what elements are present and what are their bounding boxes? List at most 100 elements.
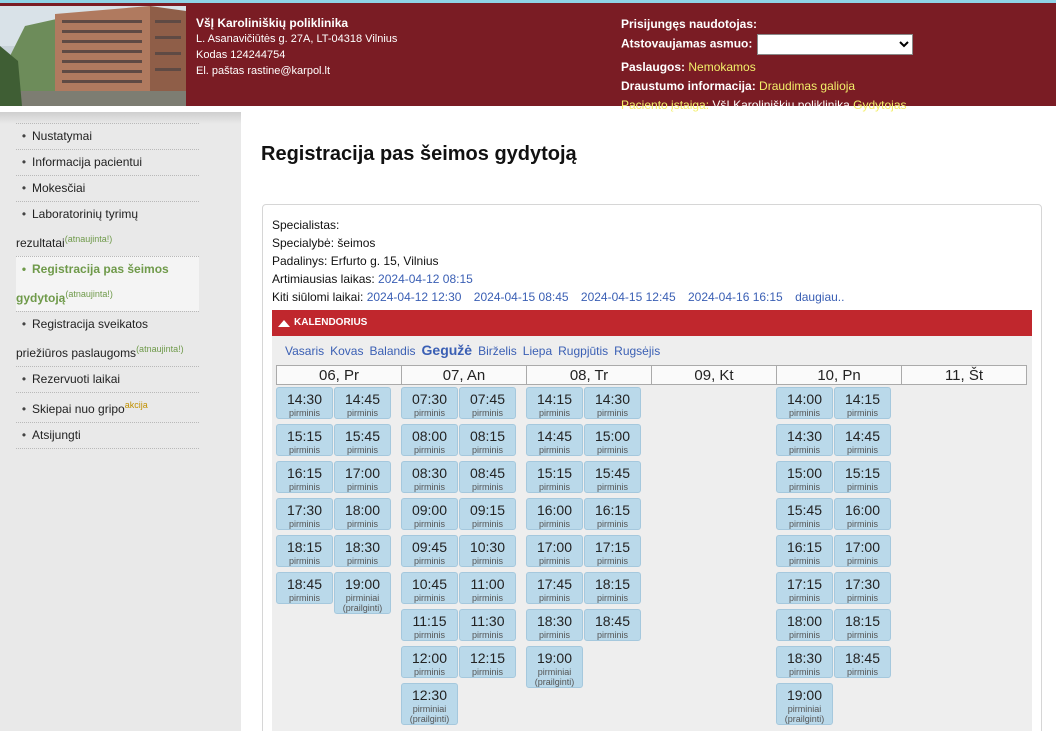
time-slot-button[interactable]: 18:30 pirminis bbox=[776, 646, 833, 678]
time-slot-button[interactable]: 17:45 pirminis bbox=[526, 572, 583, 604]
time-slot-button[interactable]: 14:30 pirminis bbox=[584, 387, 641, 419]
time-slot-button[interactable]: 16:15 pirminis bbox=[276, 461, 333, 493]
time-slot-button[interactable]: 09:45 pirminis bbox=[401, 535, 458, 567]
time-slot-button[interactable]: 15:15 pirminis bbox=[834, 461, 891, 493]
time-slot-button[interactable]: 14:45 pirminis bbox=[526, 424, 583, 456]
time-slot-button[interactable]: 15:45 pirminis bbox=[776, 498, 833, 530]
time-slot-button[interactable]: 14:45 pirminis bbox=[334, 387, 391, 419]
time-slot-button[interactable]: 11:15 pirminis bbox=[401, 609, 458, 641]
services-label: Paslaugos: bbox=[621, 60, 686, 74]
time-slot-button[interactable]: 18:15 pirminis bbox=[276, 535, 333, 567]
time-slot-button[interactable]: 14:15 pirminis bbox=[834, 387, 891, 419]
time-slot-button[interactable]: 18:45 pirminis bbox=[834, 646, 891, 678]
time-slot-button[interactable]: 18:30 pirminis bbox=[526, 609, 583, 641]
month-link[interactable]: Balandis bbox=[369, 344, 415, 358]
time-slot-button[interactable]: 14:30 pirminis bbox=[776, 424, 833, 456]
time-slot-button[interactable]: 17:30 pirminis bbox=[276, 498, 333, 530]
time-slot-button[interactable]: 16:00 pirminis bbox=[834, 498, 891, 530]
time-slot-button[interactable]: 08:00 pirminis bbox=[401, 424, 458, 456]
time-slot-time: 16:15 bbox=[786, 539, 823, 555]
month-link[interactable]: Birželis bbox=[478, 344, 517, 358]
time-slot-button[interactable]: 17:15 pirminis bbox=[584, 535, 641, 567]
time-slot-button[interactable]: 12:15 pirminis bbox=[459, 646, 516, 678]
time-slot-button[interactable]: 09:00 pirminis bbox=[401, 498, 458, 530]
represented-person-select[interactable] bbox=[756, 34, 913, 55]
time-slot-button[interactable]: 08:15 pirminis bbox=[459, 424, 516, 456]
time-slot-button[interactable]: 07:30 pirminis bbox=[401, 387, 458, 419]
time-slot-time: 15:45 bbox=[594, 465, 631, 481]
time-slot-button[interactable]: 14:45 pirminis bbox=[834, 424, 891, 456]
other-time-link[interactable]: 2024-04-15 08:45 bbox=[474, 290, 569, 304]
month-navigation: Vasaris Kovas Balandis Gegužė Birželis Liepa R… bbox=[285, 342, 666, 358]
sidebar-item[interactable]: Registracija pas šeimos gydytoją(atnaujin… bbox=[16, 256, 199, 311]
time-slot-button[interactable]: 17:00 pirminis bbox=[834, 535, 891, 567]
month-link[interactable]: Vasaris bbox=[285, 344, 324, 358]
month-link[interactable]: Kovas bbox=[330, 344, 363, 358]
sidebar-item[interactable]: Nustatymai bbox=[16, 123, 199, 149]
time-slot-button[interactable]: 18:00 pirminis bbox=[334, 498, 391, 530]
time-slot-button[interactable]: 17:00 pirminis bbox=[334, 461, 391, 493]
time-slot-button[interactable]: 15:15 pirminis bbox=[276, 424, 333, 456]
time-slot-time: 08:30 bbox=[411, 465, 448, 481]
month-link[interactable]: Liepa bbox=[523, 344, 552, 358]
time-slot-button[interactable]: 17:15 pirminis bbox=[776, 572, 833, 604]
time-slot-time: 16:15 bbox=[594, 502, 631, 518]
time-slot-button[interactable]: 19:00 pirminiai (prailginti) bbox=[526, 646, 583, 688]
time-slot-time: 18:30 bbox=[344, 539, 381, 555]
time-slot-button[interactable]: 18:45 pirminis bbox=[584, 609, 641, 641]
time-slot-button[interactable]: 18:30 pirminis bbox=[334, 535, 391, 567]
time-slot-button[interactable]: 10:30 pirminis bbox=[459, 535, 516, 567]
time-slot-button[interactable]: 16:00 pirminis bbox=[526, 498, 583, 530]
time-slot-button[interactable]: 15:45 pirminis bbox=[584, 461, 641, 493]
time-slot-button[interactable]: 08:45 pirminis bbox=[459, 461, 516, 493]
calendar-toggle-bar[interactable]: KALENDORIUS bbox=[272, 310, 1032, 336]
time-slot-button[interactable]: 16:15 pirminis bbox=[776, 535, 833, 567]
sidebar-item[interactable]: Rezervuoti laikai bbox=[16, 366, 199, 392]
month-link[interactable]: Gegužė bbox=[422, 342, 473, 358]
other-time-link[interactable]: 2024-04-15 12:45 bbox=[581, 290, 676, 304]
time-slot-button[interactable]: 10:45 pirminis bbox=[401, 572, 458, 604]
time-slot-button[interactable]: 18:00 pirminis bbox=[776, 609, 833, 641]
time-slot-button[interactable]: 14:30 pirminis bbox=[276, 387, 333, 419]
sidebar-item[interactable]: Informacija pacientui bbox=[16, 149, 199, 175]
nearest-time-link[interactable]: 2024-04-12 08:15 bbox=[378, 272, 473, 286]
more-times-link[interactable]: daugiau.. bbox=[795, 290, 844, 304]
time-slot-button[interactable]: 07:45 pirminis bbox=[459, 387, 516, 419]
time-slot-button[interactable]: 14:15 pirminis bbox=[526, 387, 583, 419]
other-time-link[interactable]: 2024-04-12 12:30 bbox=[367, 290, 462, 304]
time-slot-button[interactable]: 17:00 pirminis bbox=[526, 535, 583, 567]
sidebar-item-label: Mokesčiai bbox=[16, 181, 85, 195]
time-slot-type: pirminis bbox=[846, 630, 878, 640]
time-slot-button[interactable]: 12:30 pirminiai (prailginti) bbox=[401, 683, 458, 725]
other-time-link[interactable]: 2024-04-16 16:15 bbox=[688, 290, 783, 304]
time-slot-button[interactable]: 19:00 pirminiai (prailginti) bbox=[334, 572, 391, 614]
time-slot-button[interactable]: 11:30 pirminis bbox=[459, 609, 516, 641]
time-slot-button[interactable]: 14:00 pirminis bbox=[776, 387, 833, 419]
time-slot-button[interactable]: 15:45 pirminis bbox=[334, 424, 391, 456]
time-slot-button[interactable]: 15:00 pirminis bbox=[776, 461, 833, 493]
sidebar-item[interactable]: Skiepai nuo gripoakcija bbox=[16, 392, 199, 422]
time-slot-button[interactable]: 17:30 pirminis bbox=[834, 572, 891, 604]
time-slot-button[interactable]: 09:15 pirminis bbox=[459, 498, 516, 530]
time-slot-button[interactable]: 08:30 pirminis bbox=[401, 461, 458, 493]
sidebar-item[interactable]: Atsijungti bbox=[16, 422, 199, 449]
time-slot-button[interactable]: 16:15 pirminis bbox=[584, 498, 641, 530]
time-slot-button[interactable]: 18:15 pirminis bbox=[584, 572, 641, 604]
month-link[interactable]: Rugsėjis bbox=[614, 344, 660, 358]
time-slot-button[interactable]: 15:00 pirminis bbox=[584, 424, 641, 456]
sidebar-item-label-cont: priežiūros paslaugoms bbox=[16, 346, 137, 360]
time-slot-button[interactable]: 11:00 pirminis bbox=[459, 572, 516, 604]
sidebar-item[interactable]: Registracija sveikatos priežiūros paslaug… bbox=[16, 311, 199, 366]
sidebar-item[interactable]: Laboratorinių tyrimų rezultatai(atnaujint… bbox=[16, 201, 199, 256]
time-slot-type: pirminis bbox=[788, 482, 820, 492]
time-slot-time: 17:15 bbox=[786, 576, 823, 592]
time-slot-button[interactable]: 15:15 pirminis bbox=[526, 461, 583, 493]
time-slot-button[interactable]: 19:00 pirminiai (prailginti) bbox=[776, 683, 833, 725]
time-slot-button[interactable]: 12:00 pirminis bbox=[401, 646, 458, 678]
time-slot-button[interactable]: 18:15 pirminis bbox=[834, 609, 891, 641]
time-slot-time: 16:00 bbox=[844, 502, 881, 518]
month-link[interactable]: Rugpjūtis bbox=[558, 344, 608, 358]
time-slot-button[interactable]: 18:45 pirminis bbox=[276, 572, 333, 604]
time-slot-time: 12:15 bbox=[469, 650, 506, 666]
sidebar-item[interactable]: Mokesčiai bbox=[16, 175, 199, 201]
